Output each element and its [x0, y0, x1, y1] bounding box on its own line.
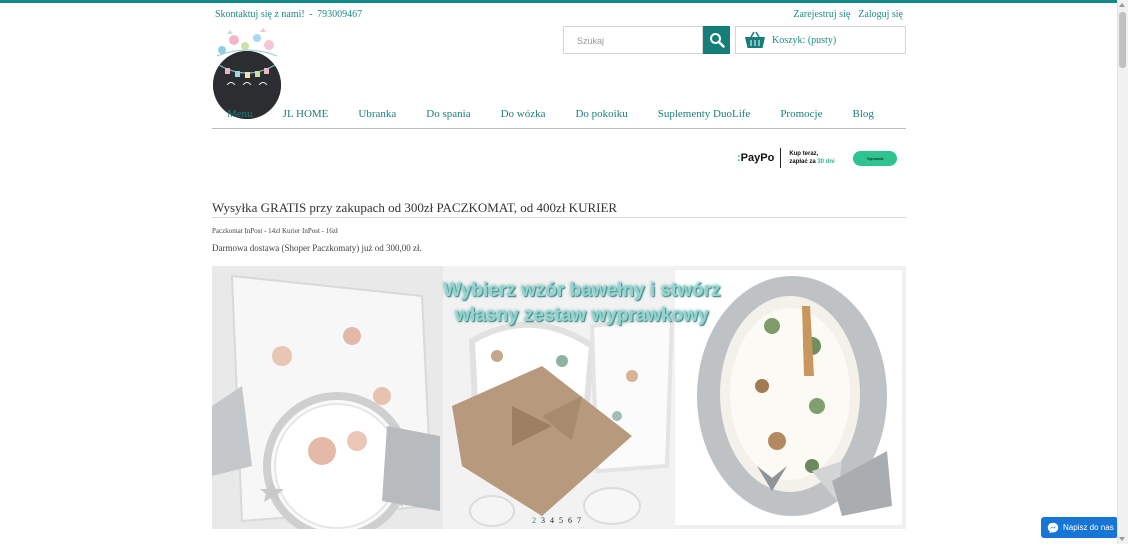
paypo-line2-prefix: zapłać za: [789, 159, 816, 165]
cart-label: Koszyk: (pusty): [772, 34, 837, 46]
paypo-logo-text: PayPo: [740, 152, 775, 164]
scroll-down-arrow-icon[interactable]: [1119, 537, 1125, 541]
slider-page-7[interactable]: 7: [577, 516, 581, 525]
slider-page-4[interactable]: 4: [550, 516, 554, 525]
nav-item-promocje[interactable]: Promocje: [780, 108, 822, 120]
contact-phone[interactable]: 793009467: [317, 9, 362, 20]
nav-item-suplementy[interactable]: Suplementy DuoLife: [658, 108, 751, 120]
slider-page-2[interactable]: 2: [532, 516, 536, 525]
contact-label: Skontaktuj się z nami!: [215, 9, 305, 20]
shop-logo[interactable]: [212, 26, 282, 119]
shipping-rates: Paczkomat InPost - 14zł Kurier InPost - …: [212, 227, 338, 235]
nav-item-do-pokoiku[interactable]: Do pokoiku: [575, 108, 627, 120]
messenger-label: Napisz do nas: [1063, 523, 1114, 532]
account-links: Zarejestruj się Zaloguj się: [793, 9, 903, 20]
contact-separator: -: [309, 9, 313, 20]
paypo-banner[interactable]: :PayPo Kup teraz, zapłać za 30 dni Spraw…: [737, 146, 905, 170]
cart-button[interactable]: Koszyk: (pusty): [735, 26, 906, 54]
slider-page-5[interactable]: 5: [559, 516, 563, 525]
shipping-headline: Wysyłka GRATIS przy zakupach od 300zł PA…: [212, 200, 906, 218]
search-input[interactable]: Szukaj: [563, 26, 703, 54]
slider-pagination: 2 3 4 5 6 7: [532, 516, 581, 525]
slider-page-3[interactable]: 3: [541, 516, 545, 525]
banner-title-line1: Wybierz wzór bawełny i stwórz: [443, 280, 721, 301]
scroll-up-arrow-icon[interactable]: [1119, 3, 1125, 7]
paypo-divider: [780, 148, 782, 168]
paypo-check-button[interactable]: Sprawdź: [853, 150, 898, 166]
messenger-icon: [1047, 522, 1059, 533]
nav-item-blog[interactable]: Blog: [852, 108, 873, 120]
search-button[interactable]: [703, 26, 730, 54]
login-link[interactable]: Zaloguj się: [858, 9, 903, 20]
nav-item-menu[interactable]: Menu: [227, 108, 253, 120]
search-icon: [709, 33, 725, 48]
nav-item-ubranka[interactable]: Ubranka: [358, 108, 396, 120]
top-accent-line: [0, 0, 1128, 3]
register-link[interactable]: Zarejestruj się: [793, 9, 850, 20]
scrollbar-thumb[interactable]: [1119, 12, 1126, 68]
messenger-chat-button[interactable]: Napisz do nas: [1041, 517, 1118, 538]
hero-slider[interactable]: Wybierz wzór bawełny i stwórz własny zes…: [212, 266, 906, 529]
nav-item-do-spania[interactable]: Do spania: [426, 108, 470, 120]
paypo-logo: :PayPo: [737, 152, 774, 164]
banner-title-line2: własny zestaw wyprawkowy: [455, 305, 709, 326]
contact-line[interactable]: Skontaktuj się z nami! - 793009467: [215, 9, 362, 20]
main-navigation: Menu JL HOME Ubranka Do spania Do wózka …: [212, 108, 906, 129]
slider-page-6[interactable]: 6: [568, 516, 572, 525]
paypo-line2-highlight: 30 dni: [817, 159, 835, 165]
nav-item-do-wozka[interactable]: Do wózka: [501, 108, 546, 120]
paypo-line1: Kup teraz,: [789, 151, 819, 157]
page-scrollbar[interactable]: [1117, 0, 1128, 544]
free-delivery-note: Darmowa dostawa (Shoper Paczkomaty) już …: [212, 243, 422, 253]
banner-title: Wybierz wzór bawełny i stwórz własny zes…: [362, 278, 802, 328]
basket-icon: [745, 31, 765, 48]
nav-item-jl-home[interactable]: JL HOME: [283, 108, 329, 120]
paypo-text: Kup teraz, zapłać za 30 dni: [789, 150, 847, 166]
